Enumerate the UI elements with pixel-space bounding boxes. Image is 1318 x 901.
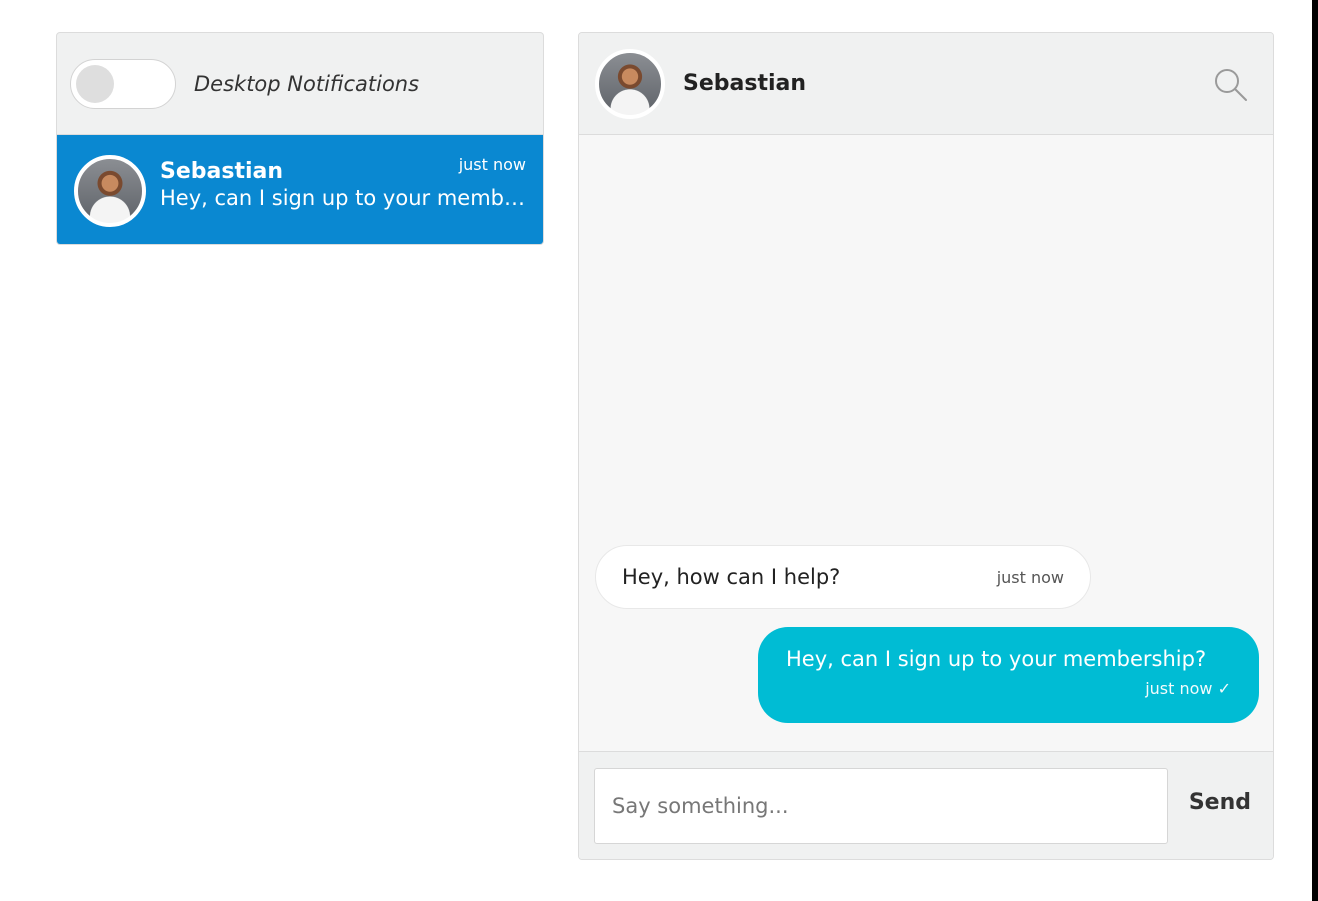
message-list: Hey, how can I help? just now Hey, can I… (579, 136, 1273, 751)
conversation-item[interactable]: Sebastian Hey, can I sign up to your mem… (57, 135, 543, 244)
message-input[interactable] (594, 768, 1168, 844)
search-icon[interactable] (1213, 67, 1249, 103)
conversation-time: just now (458, 155, 526, 174)
toggle-knob (76, 64, 114, 103)
chat-title: Sebastian (683, 71, 807, 96)
composer: Send (579, 751, 1273, 859)
send-button[interactable]: Send (1189, 790, 1251, 815)
conversation-preview: Hey, can I sign up to your membe... (160, 186, 526, 210)
conversations-panel: Desktop Notifications Sebastian Hey, can… (56, 32, 544, 245)
chat-panel: Sebastian Hey, how can I help? just now … (578, 32, 1274, 860)
outgoing-message: Hey, can I sign up to your membership? j… (758, 627, 1259, 723)
avatar (74, 155, 146, 227)
avatar (595, 48, 665, 119)
window-edge (1312, 0, 1318, 901)
notifications-bar: Desktop Notifications (57, 33, 543, 135)
message-time: just now ✓ (1145, 679, 1231, 698)
incoming-message: Hey, how can I help? just now (595, 545, 1091, 609)
message-time: just now (996, 567, 1064, 587)
desktop-notifications-label: Desktop Notifications (194, 71, 420, 96)
desktop-notifications-toggle[interactable] (70, 58, 176, 109)
message-text: Hey, how can I help? (622, 565, 841, 589)
message-text: Hey, can I sign up to your membership? (786, 647, 1207, 671)
chat-header: Sebastian (579, 33, 1273, 135)
